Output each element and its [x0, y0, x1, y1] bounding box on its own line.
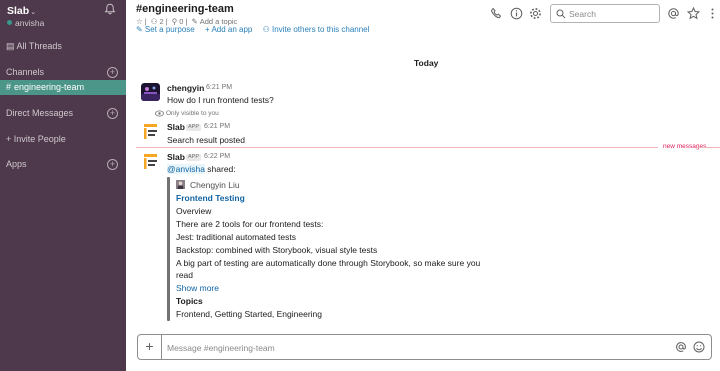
message-composer[interactable]: + Message #engineering-team	[137, 334, 712, 360]
avatar[interactable]	[141, 83, 160, 101]
app-badge: APP	[186, 154, 202, 161]
message-author[interactable]: Slab	[167, 122, 185, 132]
bell-icon[interactable]	[104, 3, 116, 15]
pin-icon[interactable]: ⚲	[172, 17, 178, 26]
new-messages-divider-end	[697, 147, 720, 148]
user-mention[interactable]: @anvisha	[167, 164, 205, 174]
message-text: @anvisha shared:	[167, 164, 236, 174]
attachment-author: Chengyin Liu	[190, 180, 240, 190]
search-placeholder: Search	[569, 9, 596, 19]
presence-dot	[7, 20, 12, 25]
app-badge: APP	[186, 124, 202, 131]
channel-meta: ☆ | ⚇ 2 | ⚲ 0 | ✎ Add a topic	[136, 17, 238, 26]
sidebar-item-engineering-team[interactable]: # engineering-team	[0, 80, 126, 95]
channel-intro-links: ✎ Set a purpose + Add an app ⚇ Invite ot…	[136, 26, 396, 34]
topics-list: Frontend, Getting Started, Engineering	[176, 309, 323, 319]
visibility-note: Only visible to you	[166, 110, 219, 117]
emoji-icon[interactable]	[693, 341, 705, 353]
attachment-title-link[interactable]: Frontend Testing	[176, 193, 245, 203]
attachment-line: read	[176, 270, 194, 280]
star-icon[interactable]: ☆	[136, 17, 143, 26]
search-icon	[556, 9, 566, 19]
attachment-bar	[167, 177, 170, 321]
attachment-line: Jest: traditional automated tests	[176, 232, 297, 242]
topics-label: Topics	[176, 296, 203, 306]
message-time[interactable]: 6:22 PM	[204, 153, 230, 160]
show-more-link[interactable]: Show more	[176, 283, 219, 293]
message-text: Search result posted	[167, 135, 245, 145]
attachment-line: Overview	[176, 206, 212, 216]
sidebar-item-all-threads[interactable]: ▤ All Threads	[0, 39, 126, 54]
phone-icon[interactable]	[490, 7, 503, 20]
message-author[interactable]: chengyin	[167, 83, 204, 93]
attachment-line: Backstop: combined with Storybook, visua…	[176, 245, 378, 255]
attachment-line: A big part of testing are automatically …	[176, 258, 481, 268]
eye-icon	[155, 110, 164, 117]
members-count[interactable]: 2	[160, 17, 164, 26]
message-text: How do I run frontend tests?	[167, 95, 274, 105]
more-vertical-icon[interactable]	[706, 7, 719, 20]
slab-avatar[interactable]	[141, 152, 160, 171]
invite-people-link[interactable]: + Invite People	[0, 132, 126, 147]
current-user: anvisha	[7, 18, 44, 28]
add-app-link[interactable]: + Add an app	[205, 26, 252, 34]
invite-others-link[interactable]: ⚇ Invite others to this channel	[263, 26, 370, 34]
workspace-caret-icon: ⌄	[30, 9, 37, 16]
message-time[interactable]: 6:21 PM	[204, 123, 230, 130]
hash-icon: #	[6, 82, 12, 92]
message-input[interactable]: Message #engineering-team	[167, 343, 275, 353]
sidebar: Slab⌄ anvisha ▤ All Threads Channels + #…	[0, 0, 126, 371]
add-app-icon[interactable]: +	[107, 159, 118, 170]
mention-icon[interactable]	[675, 341, 687, 353]
attachment-line: There are 2 tools for our frontend tests…	[176, 219, 324, 229]
gear-icon[interactable]	[529, 7, 542, 20]
channel-title: #engineering-team	[136, 3, 234, 15]
pins-count[interactable]: 0	[179, 17, 183, 26]
threads-icon: ▤	[6, 41, 17, 51]
set-purpose-link[interactable]: ✎ Set a purpose	[136, 26, 195, 34]
author-avatar	[176, 180, 185, 189]
date-divider: Today	[414, 58, 439, 68]
star-items-icon[interactable]	[687, 7, 700, 20]
info-icon[interactable]	[510, 7, 523, 20]
search-input[interactable]: Search	[550, 4, 660, 23]
attach-plus-button[interactable]: +	[138, 335, 162, 359]
mentions-icon[interactable]	[667, 7, 680, 20]
members-icon[interactable]: ⚇	[151, 17, 158, 26]
new-messages-divider	[136, 147, 658, 148]
message-time[interactable]: 6:21 PM	[206, 84, 232, 91]
add-channel-icon[interactable]: +	[107, 67, 118, 78]
slab-avatar[interactable]	[141, 122, 160, 141]
edit-topic-icon: ✎	[191, 17, 198, 26]
workspace-name[interactable]: Slab⌄	[7, 5, 36, 17]
add-topic-link[interactable]: Add a topic	[200, 17, 238, 26]
add-dm-icon[interactable]: +	[107, 108, 118, 119]
message-author[interactable]: Slab	[167, 152, 185, 162]
